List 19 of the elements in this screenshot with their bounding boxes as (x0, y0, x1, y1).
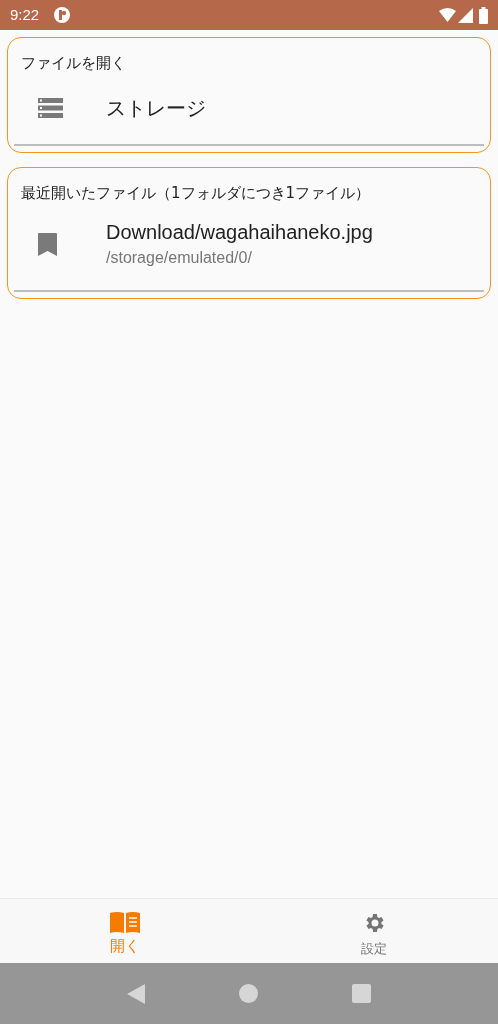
list-item[interactable]: Download/wagahaihaneko.jpg /storage/emulated/0/ (14, 204, 484, 292)
recents-icon[interactable] (352, 984, 371, 1003)
item-path: /storage/emulated/0/ (106, 248, 253, 268)
item-label: ストレージ (106, 96, 206, 121)
nav-tab[interactable]: 設定 (249, 899, 498, 963)
app-notification-icon (53, 6, 72, 24)
signal-icon (458, 7, 473, 23)
item-label: Download/wagahaihaneko.jpg (106, 220, 373, 245)
list-item[interactable]: ストレージ (14, 74, 484, 146)
bookmark-icon (38, 232, 57, 256)
home-icon[interactable] (239, 984, 258, 1003)
section-title: ファイルを開く (20, 53, 127, 74)
back-icon[interactable] (127, 983, 145, 1004)
battery-icon (479, 6, 488, 24)
wifi-icon (439, 8, 456, 22)
section-title: 最近開いたファイル（1フォルダにつき1ファイル） (20, 183, 372, 204)
book-icon (109, 911, 140, 933)
clock: 9:22 (10, 4, 40, 25)
storage-icon (38, 98, 63, 118)
